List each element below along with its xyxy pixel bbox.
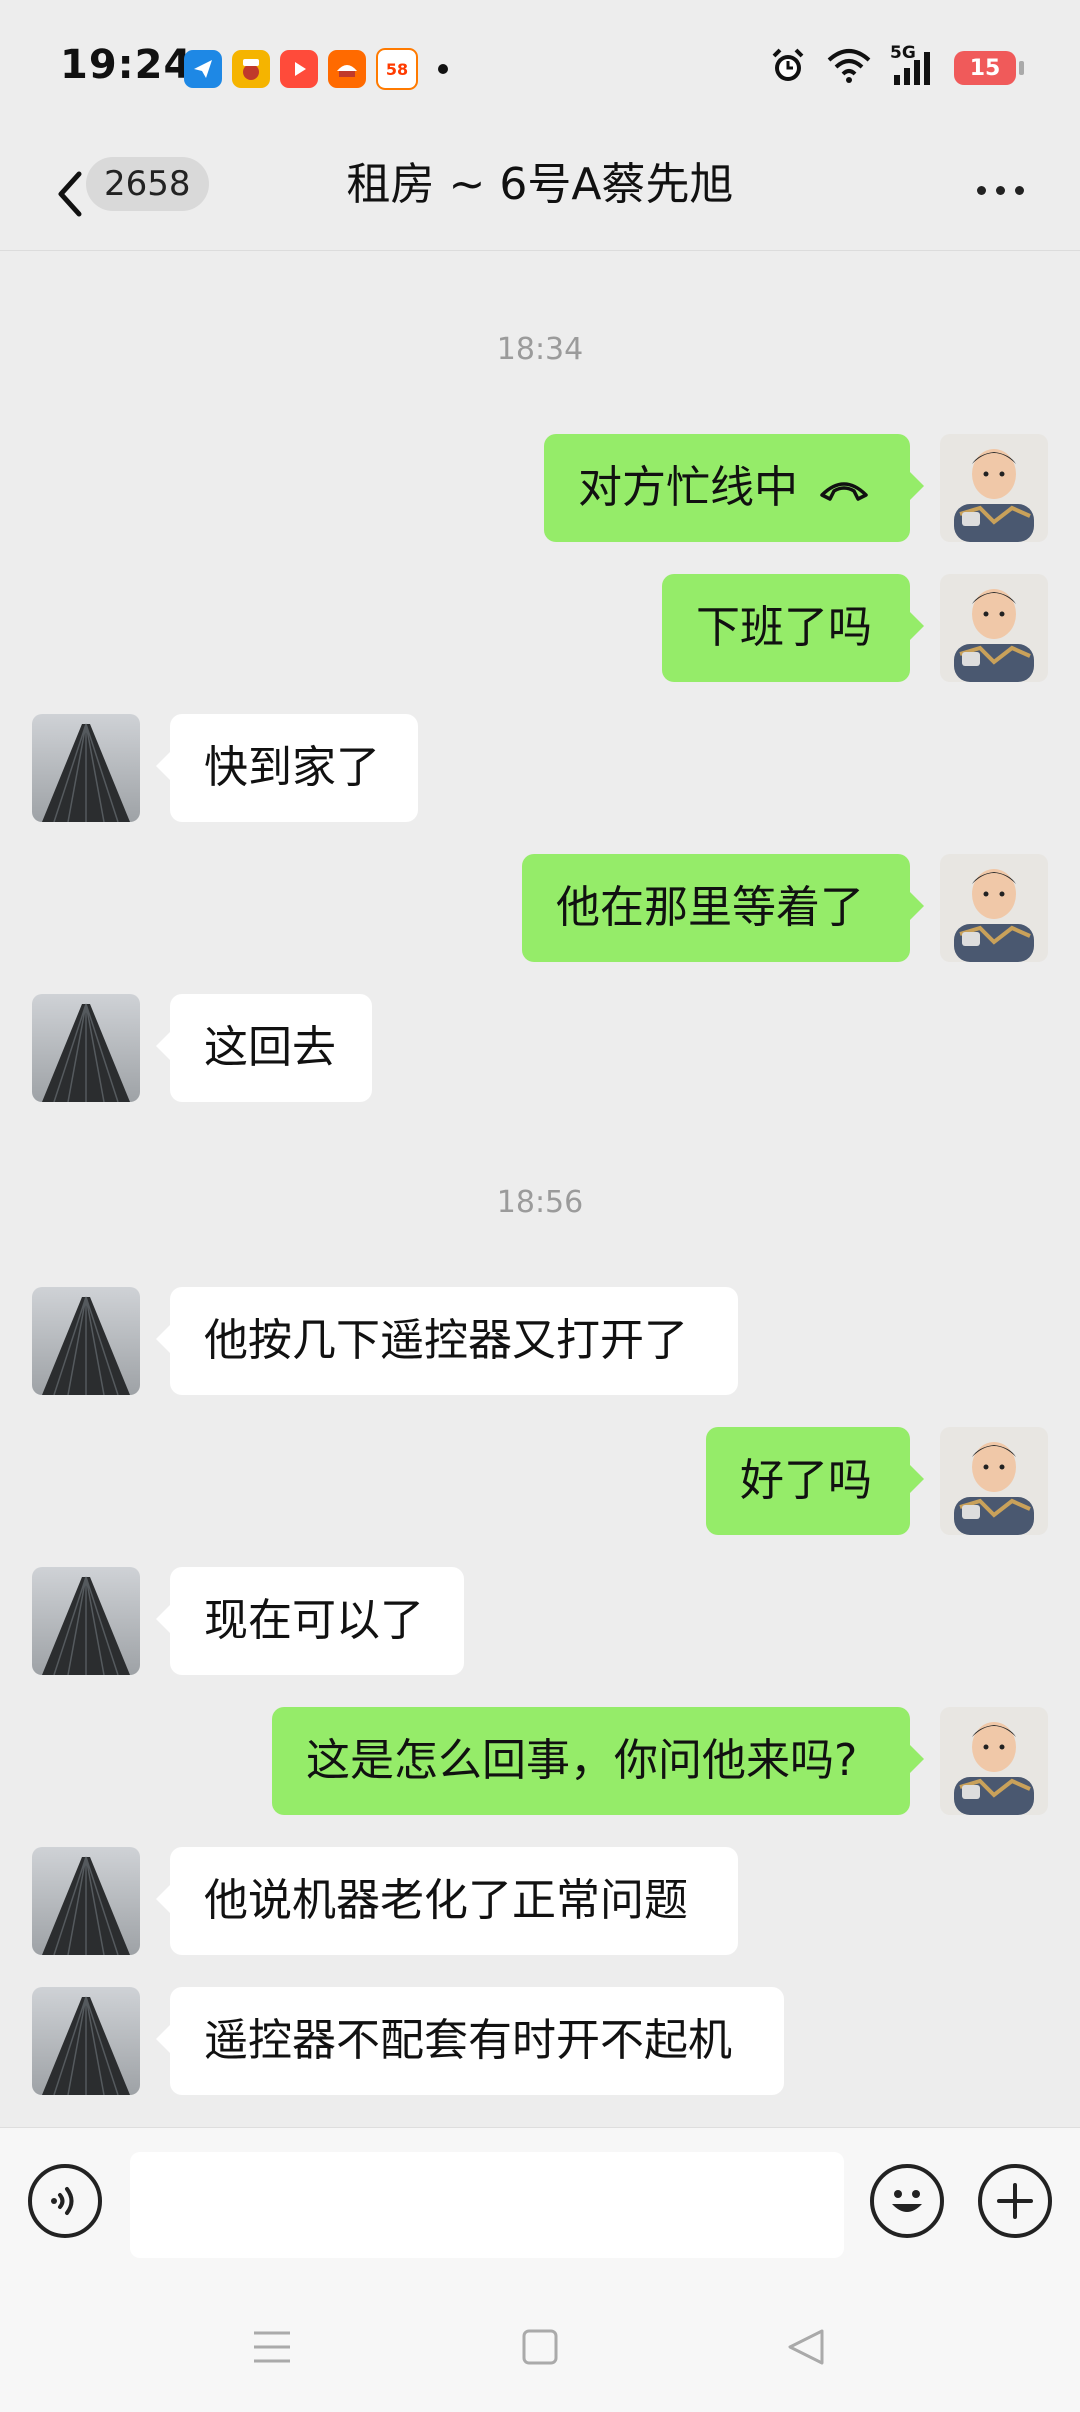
nav-home-button[interactable]: [510, 2317, 570, 2377]
timestamp: 18:34: [496, 332, 584, 367]
received-message-bubble[interactable]: 遥控器不配套有时开不起机: [156, 1987, 784, 2095]
input-bar: [0, 2127, 1080, 2278]
contact-avatar[interactable]: [32, 994, 140, 1102]
contact-avatar[interactable]: [32, 714, 140, 822]
my-avatar[interactable]: [940, 854, 1048, 962]
received-message-bubble[interactable]: 现在可以了: [156, 1567, 464, 1675]
message-row: 下班了吗: [0, 574, 1080, 682]
message-row: 好了吗: [0, 1427, 1080, 1535]
message-list[interactable]: 18:34 18:56 对方忙线中下班了吗快到家了他在那里等着了这回去他按几下遥…: [0, 252, 1080, 2127]
message-row: 现在可以了: [0, 1567, 1080, 1675]
message-text: 这回去: [204, 1022, 336, 1073]
message-text: 遥控器不配套有时开不起机: [204, 2015, 732, 2066]
notification-icons: 58: [184, 48, 448, 90]
my-avatar[interactable]: [940, 434, 1048, 542]
message-text: 现在可以了: [204, 1595, 424, 1646]
alarm-icon: [768, 46, 808, 90]
message-text: 下班了吗: [696, 602, 872, 653]
message-row: 遥控器不配套有时开不起机: [0, 1987, 1080, 2095]
contact-avatar[interactable]: [32, 1567, 140, 1675]
contact-avatar[interactable]: [32, 1287, 140, 1395]
message-row: 他说机器老化了正常问题: [0, 1847, 1080, 1955]
nav-menu-button[interactable]: [242, 2317, 302, 2377]
my-avatar[interactable]: [940, 1427, 1048, 1535]
system-icons: 5G 15: [768, 43, 1024, 90]
received-message-bubble[interactable]: 他说机器老化了正常问题: [156, 1847, 738, 1955]
sent-message-bubble[interactable]: 下班了吗: [662, 574, 924, 682]
message-row: 这回去: [0, 994, 1080, 1102]
message-row: 快到家了: [0, 714, 1080, 822]
received-message-bubble[interactable]: 这回去: [156, 994, 372, 1102]
received-message-bubble[interactable]: 快到家了: [156, 714, 418, 822]
contact-avatar[interactable]: [32, 1847, 140, 1955]
sent-message-bubble[interactable]: 这是怎么回事，你问他来吗?: [272, 1707, 924, 1815]
message-input[interactable]: [130, 2152, 844, 2258]
more-options-button[interactable]: [960, 160, 1040, 220]
voice-input-button[interactable]: [28, 2164, 102, 2238]
received-message-bubble[interactable]: 他按几下遥控器又打开了: [156, 1287, 738, 1395]
message-text: 快到家了: [204, 742, 380, 793]
more-notifications-dot: [438, 64, 448, 74]
message-text: 这是怎么回事，你问他来吗?: [306, 1735, 858, 1786]
sent-message-bubble[interactable]: 好了吗: [706, 1427, 924, 1535]
wifi-icon: [826, 48, 872, 88]
square-icon: [522, 2329, 558, 2365]
hangup-icon: [818, 462, 870, 513]
feishu-icon: [184, 50, 222, 88]
chat-header: 2658 租房 ~ 6号A蔡先旭: [0, 140, 1080, 251]
message-text: 他按几下遥控器又打开了: [204, 1315, 688, 1366]
taobao-icon: [328, 50, 366, 88]
message-text: 好了吗: [740, 1455, 872, 1506]
nav-back-button[interactable]: [776, 2317, 836, 2377]
video-app-icon: [280, 50, 318, 88]
message-text: 他在那里等着了: [556, 882, 864, 933]
battery-indicator: 15: [954, 51, 1024, 85]
triangle-back-icon: [788, 2329, 824, 2365]
more-actions-button[interactable]: [978, 2164, 1052, 2238]
emoji-button[interactable]: [870, 2164, 944, 2238]
smiley-icon: [892, 2190, 922, 2212]
58-app-icon: 58: [376, 48, 418, 90]
more-dot: [976, 185, 986, 195]
message-row: 他在那里等着了: [0, 854, 1080, 962]
sougou-icon: [232, 50, 270, 88]
my-avatar[interactable]: [940, 574, 1048, 682]
timestamp: 18:56: [496, 1185, 584, 1220]
system-nav-bar: [0, 2277, 1080, 2412]
menu-icon: [254, 2331, 290, 2363]
contact-avatar[interactable]: [32, 1987, 140, 2095]
status-bar: 19:24 58 5G 15: [0, 0, 1080, 140]
sent-message-bubble[interactable]: 对方忙线中: [544, 434, 924, 542]
my-avatar[interactable]: [940, 1707, 1048, 1815]
signal-5g-icon: 5G: [890, 43, 936, 87]
message-row: 对方忙线中: [0, 434, 1080, 542]
status-time: 19:24: [60, 42, 193, 88]
message-text: 对方忙线中: [578, 462, 798, 513]
plus-icon: [997, 2183, 1033, 2219]
message-row: 他按几下遥控器又打开了: [0, 1287, 1080, 1395]
more-dot: [995, 185, 1005, 195]
sent-message-bubble[interactable]: 他在那里等着了: [522, 854, 924, 962]
chat-title: 租房 ~ 6号A蔡先旭: [346, 159, 734, 210]
message-row: 这是怎么回事，你问他来吗?: [0, 1707, 1080, 1815]
more-dot: [1014, 185, 1024, 195]
voice-icon: [51, 2187, 74, 2215]
message-text: 他说机器老化了正常问题: [204, 1875, 688, 1926]
